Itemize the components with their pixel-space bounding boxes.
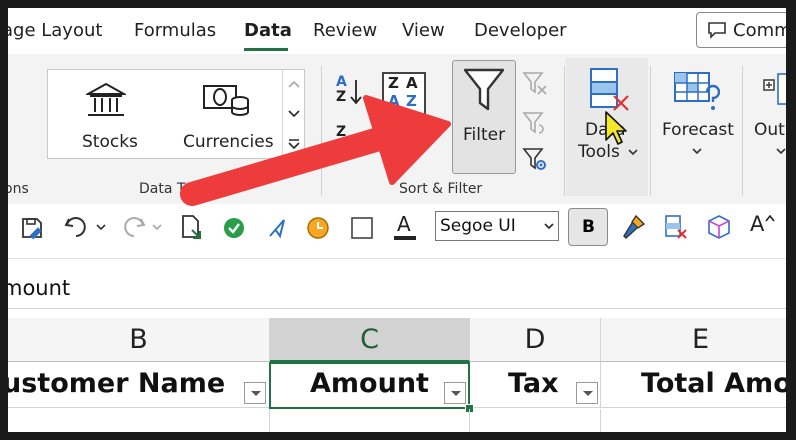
red-arrow-icon xyxy=(180,95,451,206)
mouse-cursor-icon xyxy=(605,111,627,145)
excel-window: age Layout Formulas Data Review View Dev… xyxy=(8,8,786,432)
annotation-overlay xyxy=(180,95,627,206)
